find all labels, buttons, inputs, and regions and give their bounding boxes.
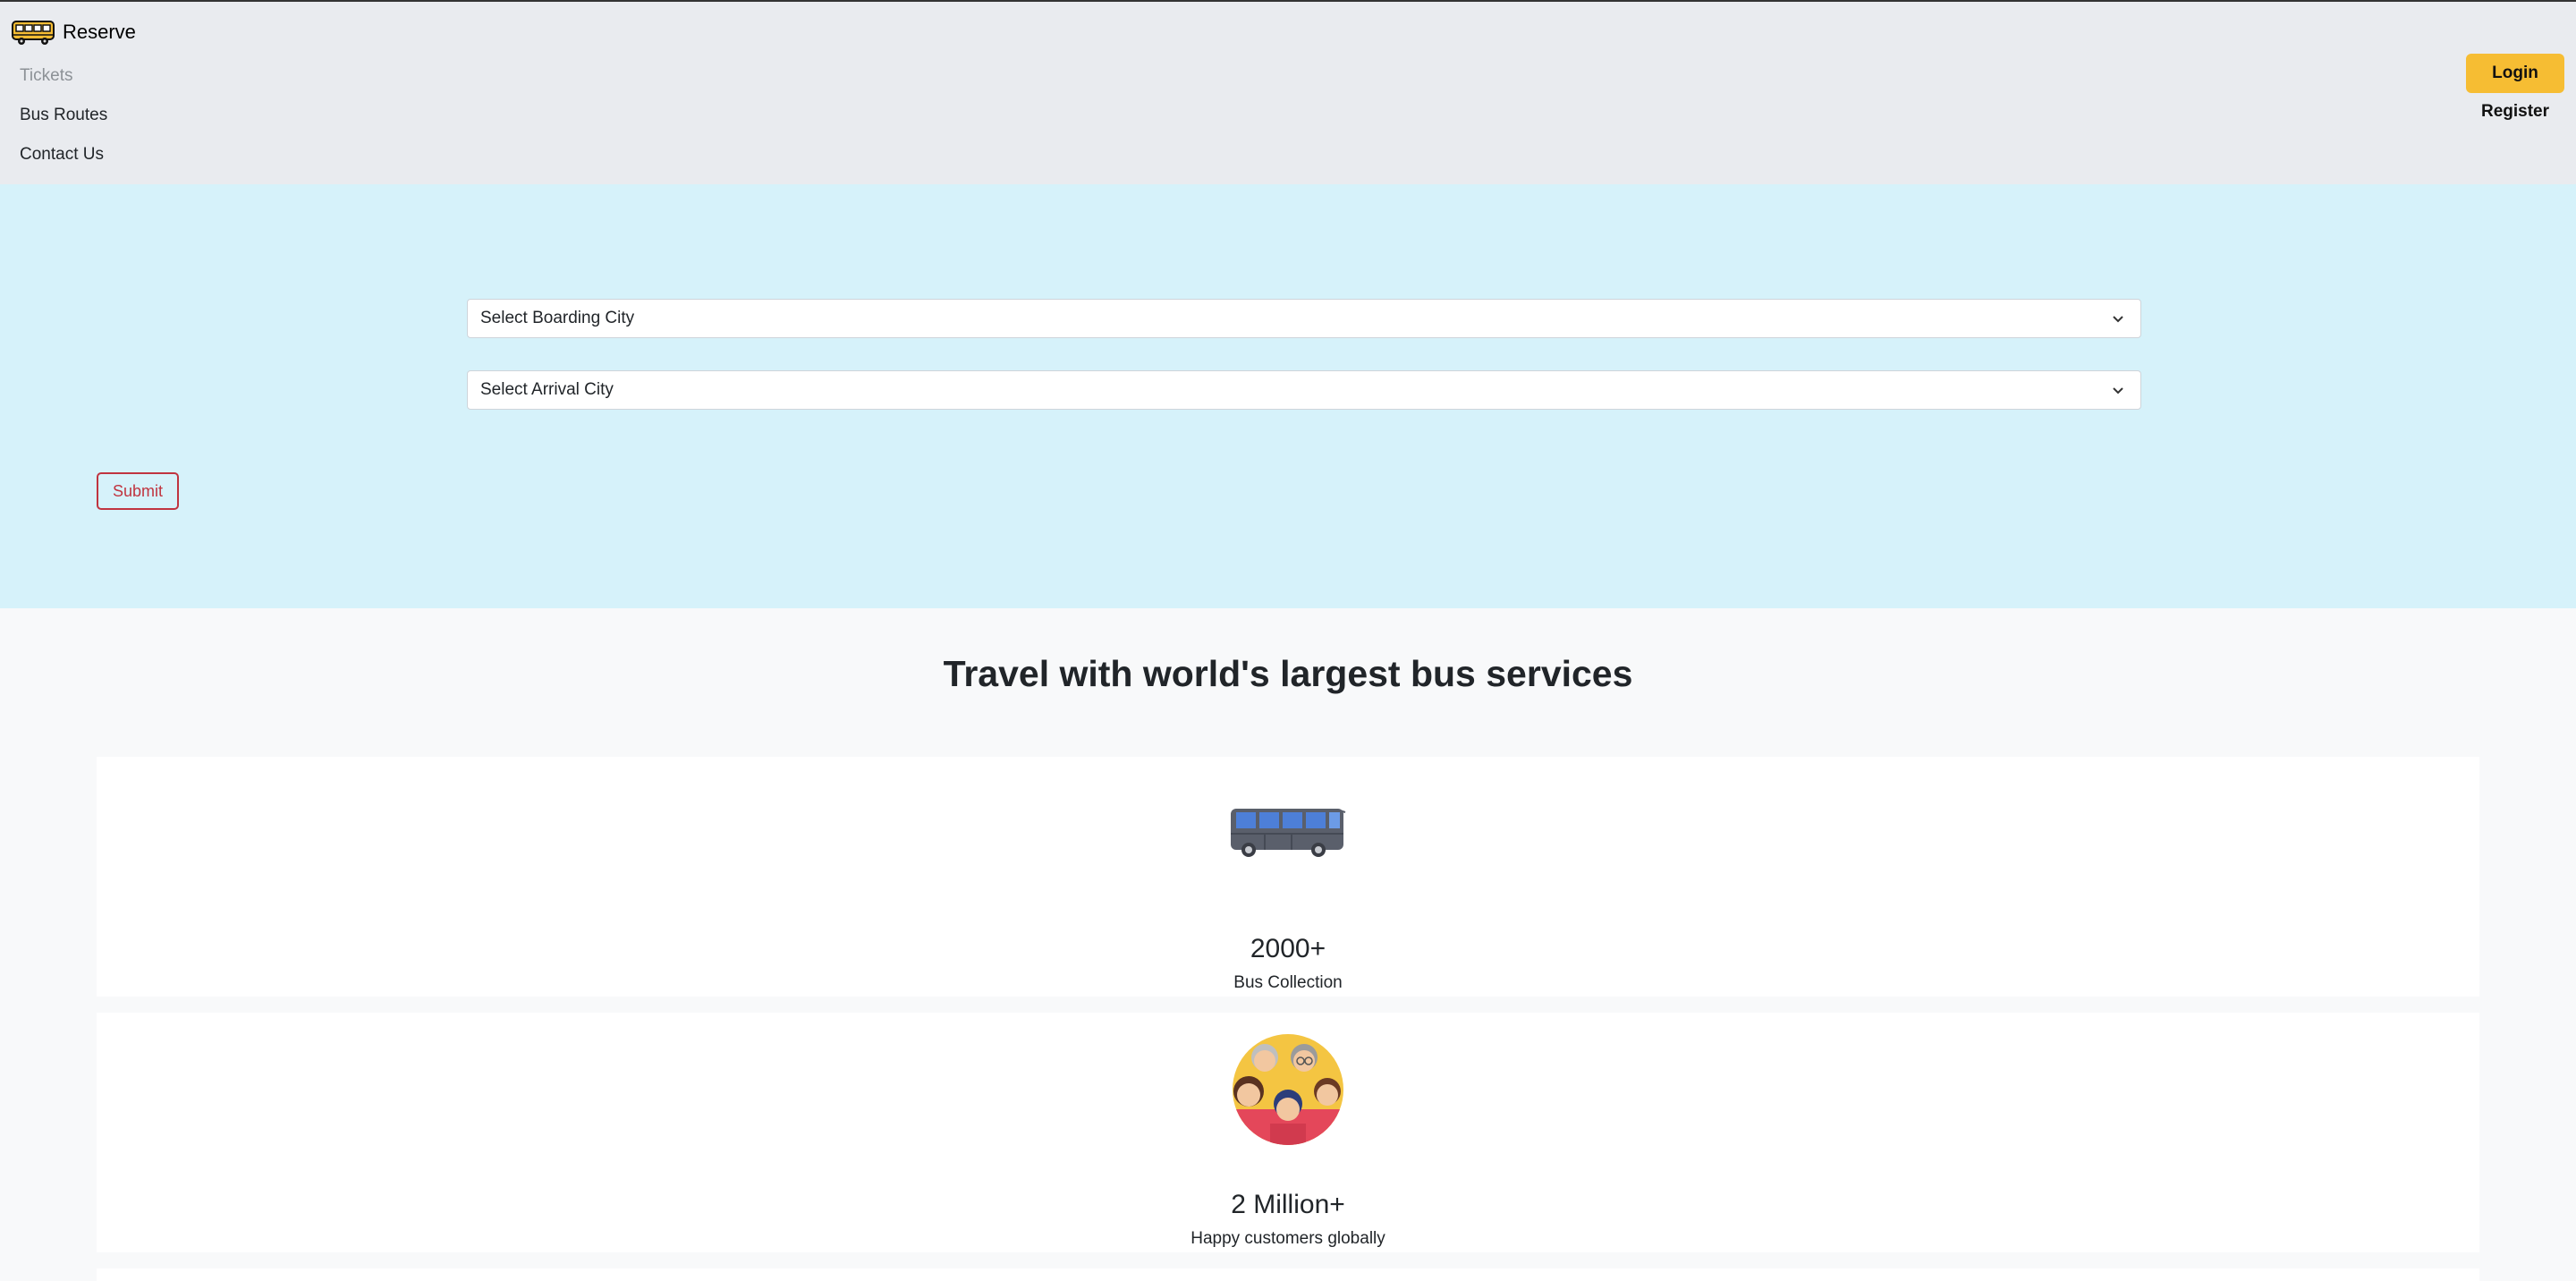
register-link[interactable]: Register: [2466, 102, 2564, 122]
login-button[interactable]: Login: [2466, 54, 2564, 93]
brand[interactable]: Reserve: [11, 18, 136, 47]
navbar: Reserve Tickets Bus Routes Contact Us Lo…: [0, 2, 2576, 184]
stat-value: 2000+: [1250, 934, 1326, 963]
stat-card-customers: 2 Million+ Happy customers globally: [97, 1013, 2479, 1252]
stat-label: Bus Collection: [1233, 973, 1343, 992]
nav-item-tickets: Tickets: [20, 66, 73, 85]
chevron-down-icon: [2113, 387, 2123, 394]
stats-title: Travel with world's largest bus services: [943, 653, 1633, 694]
arrival-city-placeholder: Select Arrival City: [480, 380, 614, 399]
stat-card-partial: [97, 1268, 2479, 1281]
nav-item-contact-us[interactable]: Contact Us: [20, 145, 107, 165]
submit-button[interactable]: Submit: [97, 472, 179, 510]
stat-card-buses: 2000+ Bus Collection: [97, 757, 2479, 997]
bus-icon: [1231, 809, 1346, 857]
search-section: Select Boarding City Select Arrival City…: [0, 184, 2576, 608]
main-nav: Tickets Bus Routes Contact Us: [20, 66, 107, 184]
stat-label: Happy customers globally: [1191, 1229, 1385, 1248]
chevron-down-icon: [2113, 316, 2123, 323]
stat-value: 2 Million+: [1231, 1190, 1345, 1219]
bus-icon: [12, 21, 55, 45]
boarding-city-placeholder: Select Boarding City: [480, 309, 635, 327]
customers-icon: [1233, 1034, 1343, 1145]
nav-item-bus-routes[interactable]: Bus Routes: [20, 106, 107, 125]
brand-name: Reserve: [63, 21, 136, 43]
boarding-city-select[interactable]: Select Boarding City: [467, 299, 2141, 338]
arrival-city-select[interactable]: Select Arrival City: [467, 370, 2141, 410]
